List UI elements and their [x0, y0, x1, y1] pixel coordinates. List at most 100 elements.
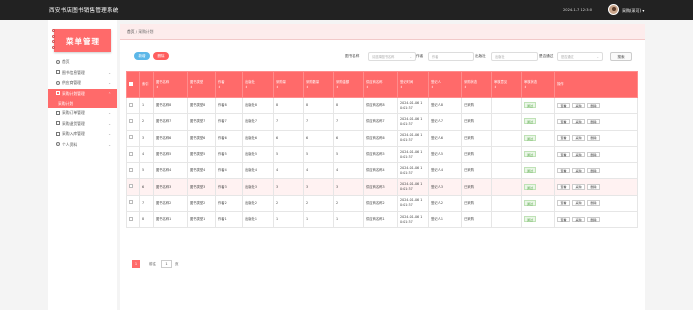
column-header[interactable]: 供应商名称 ⇕ [363, 71, 398, 98]
sidebar-item-purchase-storage[interactable]: 采购入库管理 ⌄ [48, 129, 117, 140]
cell-actions: 查看 采购 删除 [554, 129, 638, 147]
publisher-input[interactable]: 出版社 [491, 52, 538, 61]
column-header[interactable]: 出版社 ⇕ [242, 71, 274, 98]
row-select-cell[interactable] [126, 113, 140, 131]
purchase-button[interactable]: 采购 [572, 118, 586, 125]
row-select-cell[interactable] [126, 145, 140, 164]
view-button[interactable]: 查看 [557, 118, 571, 125]
table-row[interactable]: 6 图书名称3 图书类型3 作者3 出版社3 3 3 3 供应商名称3 2024-01-06 10… [126, 178, 638, 196]
sidebar-item-purchase-plan-mgmt[interactable]: 采购计划管理 ⌃ [48, 88, 117, 99]
cell-qty: 6 [273, 129, 304, 147]
column-header[interactable]: 图书名称 ⇕ [153, 71, 188, 98]
cell-qty: 1 [273, 211, 304, 229]
select-all-checkbox[interactable] [129, 81, 133, 86]
row-checkbox[interactable] [129, 184, 133, 189]
row-select-cell[interactable] [126, 96, 140, 115]
sidebar-item-purchase-returns[interactable]: 采购退货管理 ⌄ [48, 119, 117, 130]
row-delete-button[interactable]: 删除 [587, 184, 601, 190]
cell-num: 8 [303, 96, 334, 115]
cell-type: 图书类型2 [187, 194, 216, 213]
column-header[interactable]: 图书类型 ⇕ [187, 71, 216, 98]
sort-icon: ⇕ [400, 84, 403, 89]
purchase-button[interactable]: 采购 [572, 184, 586, 190]
row-checkbox[interactable] [129, 216, 133, 221]
cell-qty: 4 [273, 162, 304, 180]
row-delete-button[interactable]: 删除 [587, 118, 601, 125]
sidebar-item-profile[interactable]: 个人资料 ⌄ [48, 140, 117, 151]
purchase-button[interactable]: 采购 [572, 200, 586, 206]
column-header[interactable]: 作者 ⇕ [215, 71, 243, 98]
row-delete-button[interactable]: 删除 [587, 102, 601, 109]
row-checkbox[interactable] [129, 151, 133, 156]
cell-idx: 3 [139, 129, 154, 147]
row-checkbox[interactable] [129, 135, 133, 140]
table-row[interactable]: 8 图书名称1 图书类型1 作者1 出版社1 1 1 1 供应商名称1 2024-01-06 10… [126, 211, 638, 229]
cell-name: 图书名称6 [153, 129, 188, 147]
column-header[interactable]: 审核状态 ⇕ [521, 71, 555, 98]
table-row[interactable]: 2 图书名称7 图书类型7 作者7 出版社7 7 7 7 供应商名称7 2024-01-06 10… [126, 113, 638, 131]
breadcrumb-home[interactable]: 首页 [127, 29, 135, 34]
column-header[interactable]: 采购金额 ⇕ [333, 71, 364, 98]
sidebar-item-home[interactable]: 首页 [48, 57, 117, 68]
view-button[interactable]: 查看 [557, 200, 571, 206]
column-header[interactable]: 登记人 ⇕ [428, 71, 462, 98]
add-button[interactable]: 新增 [134, 52, 150, 60]
row-select-cell[interactable] [126, 194, 140, 213]
sidebar-subitem-purchase-plan[interactable]: 采购计划 [48, 99, 117, 108]
book-name-select[interactable]: 请选择图书名称 ⌄ [368, 52, 416, 61]
row-select-cell[interactable] [126, 129, 140, 147]
purchase-button[interactable]: 采购 [572, 151, 586, 158]
user-menu[interactable]: 采购(采可) ▾ [622, 8, 644, 14]
row-delete-button[interactable]: 删除 [587, 200, 601, 206]
row-checkbox[interactable] [129, 167, 133, 172]
view-button[interactable]: 查看 [557, 102, 571, 109]
row-checkbox[interactable] [129, 200, 133, 205]
view-button[interactable]: 查看 [557, 135, 571, 141]
cell-reg: 登记人1 [428, 211, 462, 229]
column-header[interactable]: 登记时间 ⇕ [397, 71, 429, 98]
author-input[interactable]: 作者 [428, 52, 474, 61]
row-select-cell[interactable] [126, 178, 140, 196]
table-row[interactable]: 7 图书名称2 图书类型2 作者2 出版社2 2 2 2 供应商名称2 2024-01-06 10… [126, 194, 638, 213]
column-header: 操作 [554, 71, 638, 98]
column-header[interactable]: 采购数量 ⇕ [303, 71, 334, 98]
row-checkbox[interactable] [129, 118, 133, 123]
purchase-button[interactable]: 采购 [572, 135, 586, 141]
cell-actions: 查看 采购 删除 [554, 145, 638, 164]
table-row[interactable]: 5 图书名称4 图书类型4 作者4 出版社4 4 4 4 供应商名称4 2024-01-06 10… [126, 162, 638, 180]
table-row[interactable]: 3 图书名称6 图书类型6 作者6 出版社6 6 6 6 供应商名称6 2024-01-06 10… [126, 129, 638, 147]
row-delete-button[interactable]: 删除 [587, 151, 601, 158]
search-button[interactable]: 搜索 [610, 52, 632, 61]
row-delete-button[interactable]: 删除 [587, 135, 601, 141]
approved-select[interactable]: 是否通过 ⌄ [557, 52, 603, 61]
page-current[interactable]: 1 [132, 260, 140, 268]
row-checkbox[interactable] [129, 102, 133, 107]
table-row[interactable]: 1 图书名称8 图书类型8 作者8 出版社8 8 8 8 供应商名称8 2024-01-06 10… [126, 96, 638, 115]
view-button[interactable]: 查看 [557, 167, 571, 174]
select-all-header[interactable] [126, 71, 140, 98]
sidebar-item-suppliers[interactable]: 供应商管理 ⌄ [48, 78, 117, 89]
row-delete-button[interactable]: 删除 [587, 216, 601, 223]
row-select-cell[interactable] [126, 162, 140, 180]
purchase-button[interactable]: 采购 [572, 216, 586, 223]
row-select-cell[interactable] [126, 211, 140, 229]
delete-button[interactable]: 删除 [153, 52, 169, 60]
row-delete-button[interactable]: 删除 [587, 167, 601, 174]
purchase-button[interactable]: 采购 [572, 102, 586, 109]
column-header[interactable]: 采购量 ⇕ [273, 71, 304, 98]
avatar[interactable] [608, 4, 619, 15]
purchase-button[interactable]: 采购 [572, 167, 586, 174]
sidebar-item-books[interactable]: 图书信息管理 ⌄ [48, 68, 117, 79]
sort-icon: ⇕ [366, 84, 369, 89]
cell-opinion [491, 194, 522, 213]
column-header[interactable]: 审核意见 ⇕ [491, 71, 522, 98]
sidebar-item-purchase-orders[interactable]: 采购订单管理 ⌄ [48, 108, 117, 119]
logo-text: 菜单管理 [66, 37, 100, 46]
view-button[interactable]: 查看 [557, 216, 571, 223]
cell-pub: 出版社6 [242, 129, 274, 147]
table-row[interactable]: 4 图书名称5 图书类型5 作者5 出版社5 5 5 5 供应商名称5 2024-01-06 10… [126, 145, 638, 164]
view-button[interactable]: 查看 [557, 184, 571, 190]
view-button[interactable]: 查看 [557, 151, 571, 158]
column-header[interactable]: 采购状态 ⇕ [461, 71, 492, 98]
page-jump-input[interactable]: 1 [161, 260, 172, 268]
